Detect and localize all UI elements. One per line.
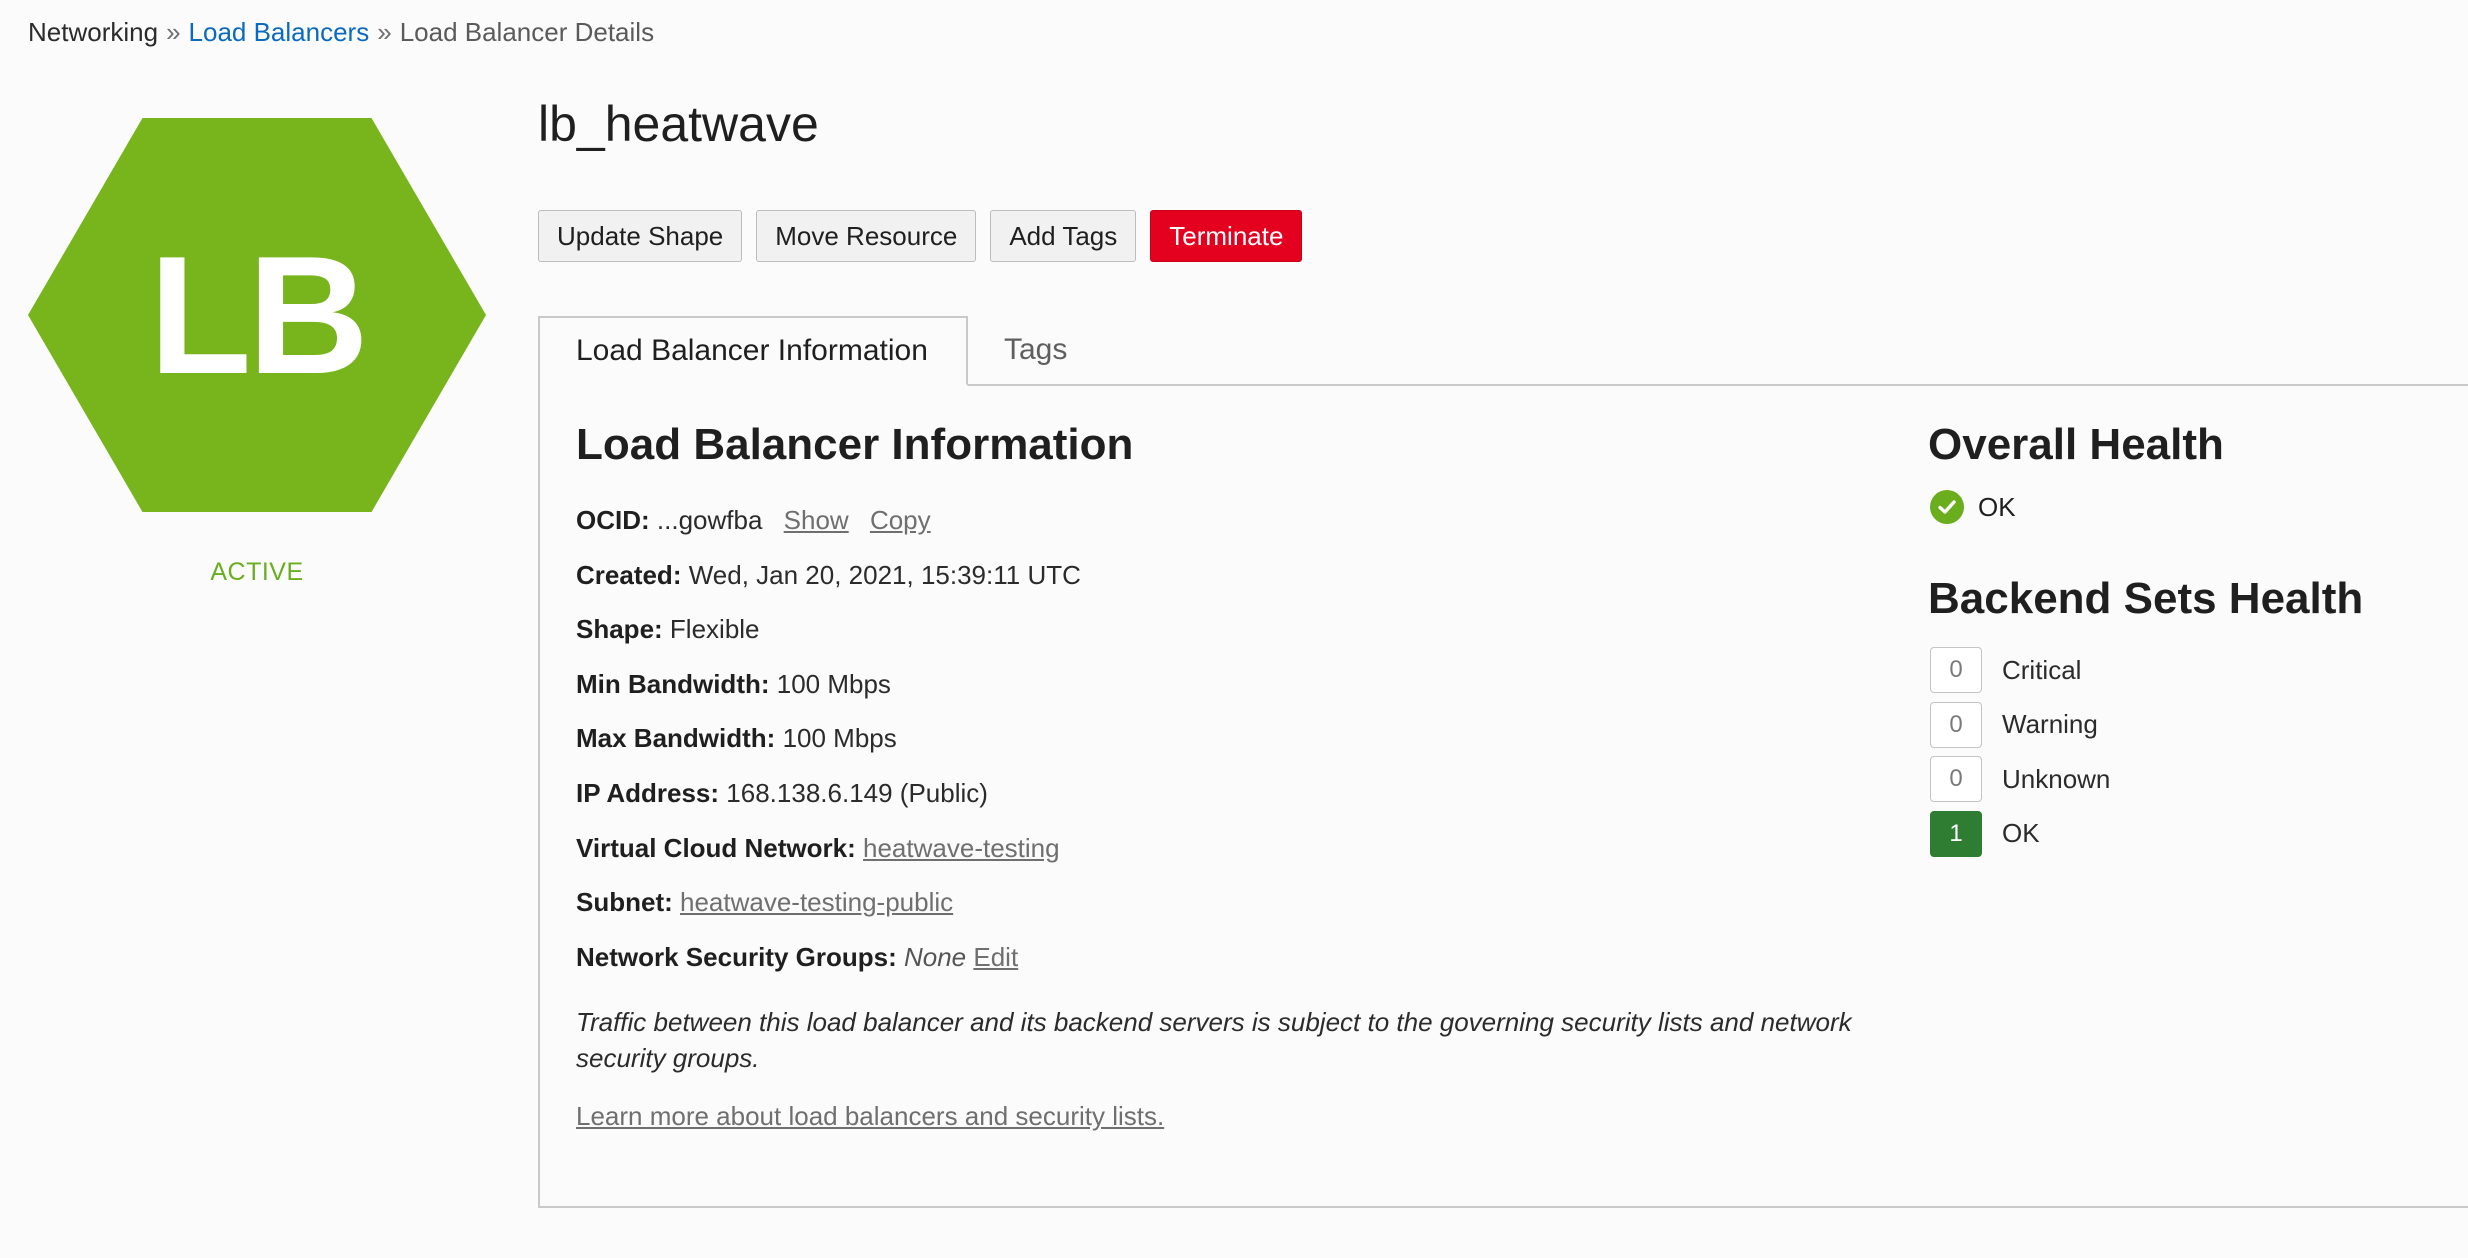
lifecycle-state: ACTIVE	[210, 558, 304, 586]
subnet-label: Subnet:	[576, 887, 673, 918]
ip-address-label: IP Address:	[576, 777, 720, 808]
min-bandwidth-label: Min Bandwidth:	[576, 668, 770, 699]
backend-unknown-row[interactable]: 0 Unknown	[1930, 755, 2110, 803]
ocid-row: OCID: ...gowfba Show Copy	[576, 502, 1876, 538]
backend-health-label: Unknown	[2002, 763, 2111, 794]
subnet-link[interactable]: heatwave-testing-public	[680, 887, 953, 917]
vcn-label: Virtual Cloud Network:	[576, 832, 856, 863]
shape-row: Shape: Flexible	[576, 611, 1876, 647]
ocid-value: ...gowfba	[656, 505, 763, 535]
backend-sets-health-heading: Backend Sets Health	[1928, 574, 2364, 623]
min-bandwidth-row: Min Bandwidth: 100 Mbps	[576, 666, 1876, 702]
update-shape-button[interactable]: Update Shape	[538, 210, 743, 262]
overall-health-label: OK	[1978, 491, 2016, 522]
tab-load-balancer-information[interactable]: Load Balancer Information	[538, 316, 968, 386]
add-tags-button[interactable]: Add Tags	[990, 210, 1137, 262]
count-badge: 0	[1930, 756, 1982, 803]
backend-health-label: Warning	[2002, 709, 2098, 740]
shape-value: Flexible	[669, 614, 760, 645]
created-label: Created:	[576, 559, 682, 590]
tab-tags[interactable]: Tags	[1004, 316, 1067, 384]
backend-warning-row[interactable]: 0 Warning	[1930, 701, 2110, 749]
security-note: Traffic between this load balancer and i…	[576, 1007, 1852, 1073]
ip-address-row: IP Address: 168.138.6.149 (Public)	[576, 775, 1876, 811]
ip-address-value: 168.138.6.149 (Public)	[726, 777, 988, 808]
page-title: lb_heatwave	[538, 96, 819, 152]
backend-critical-row[interactable]: 0 Critical	[1930, 646, 2110, 694]
info-panel: Load Balancer Information OCID: ...gowfb…	[538, 384, 2468, 1208]
info-list: OCID: ...gowfba Show Copy Created: Wed, …	[576, 502, 1876, 993]
overall-health-status: OK	[1930, 490, 2016, 524]
max-bandwidth-value: 100 Mbps	[782, 723, 897, 754]
backend-health-list: 0 Critical 0 Warning 0 Unknown 1 OK	[1930, 646, 2110, 864]
max-bandwidth-label: Max Bandwidth:	[576, 723, 776, 754]
count-badge: 1	[1930, 810, 1982, 857]
breadcrumb-separator: »	[377, 17, 392, 47]
backend-health-label: OK	[2002, 818, 2040, 849]
overall-health-heading: Overall Health	[1928, 420, 2224, 469]
resource-icon-text: LB	[149, 220, 369, 409]
min-bandwidth-value: 100 Mbps	[776, 668, 891, 699]
breadcrumb-separator: »	[166, 17, 181, 47]
backend-ok-row[interactable]: 1 OK	[1930, 810, 2110, 858]
move-resource-button[interactable]: Move Resource	[756, 210, 977, 262]
created-value: Wed, Jan 20, 2021, 15:39:11 UTC	[688, 559, 1081, 590]
breadcrumb-networking[interactable]: Networking	[28, 17, 158, 47]
tab-bar: Load Balancer Information Tags	[538, 316, 2468, 386]
created-row: Created: Wed, Jan 20, 2021, 15:39:11 UTC	[576, 557, 1876, 593]
ocid-label: OCID:	[576, 505, 650, 535]
count-badge: 0	[1930, 701, 1982, 748]
nsg-value: None	[903, 941, 967, 972]
breadcrumb-load-balancers-link[interactable]: Load Balancers	[189, 17, 370, 47]
resource-badge: LB	[28, 118, 486, 512]
vcn-link[interactable]: heatwave-testing	[863, 833, 1060, 863]
subnet-row: Subnet: heatwave-testing-public	[576, 884, 1876, 920]
terminate-button[interactable]: Terminate	[1150, 210, 1303, 262]
nsg-row: Network Security Groups: None Edit	[576, 939, 1876, 975]
ocid-show-link[interactable]: Show	[784, 505, 849, 535]
learn-more-link[interactable]: Learn more about load balancers and secu…	[576, 1098, 1164, 1134]
max-bandwidth-row: Max Bandwidth: 100 Mbps	[576, 720, 1876, 756]
breadcrumb-current: Load Balancer Details	[399, 17, 655, 47]
breadcrumb: Networking» Load Balancers» Load Balancer …	[28, 14, 654, 50]
shape-label: Shape:	[576, 614, 663, 645]
vcn-row: Virtual Cloud Network: heatwave-testing	[576, 830, 1876, 866]
action-toolbar: Update Shape Move Resource Add Tags Term…	[538, 210, 1303, 262]
ocid-copy-link[interactable]: Copy	[870, 505, 931, 535]
count-badge: 0	[1930, 647, 1982, 693]
check-circle-icon	[1930, 490, 1964, 524]
info-heading: Load Balancer Information	[576, 420, 1134, 469]
nsg-edit-link[interactable]: Edit	[973, 942, 1018, 972]
nsg-label: Network Security Groups:	[576, 941, 897, 972]
backend-health-label: Critical	[2002, 654, 2082, 685]
